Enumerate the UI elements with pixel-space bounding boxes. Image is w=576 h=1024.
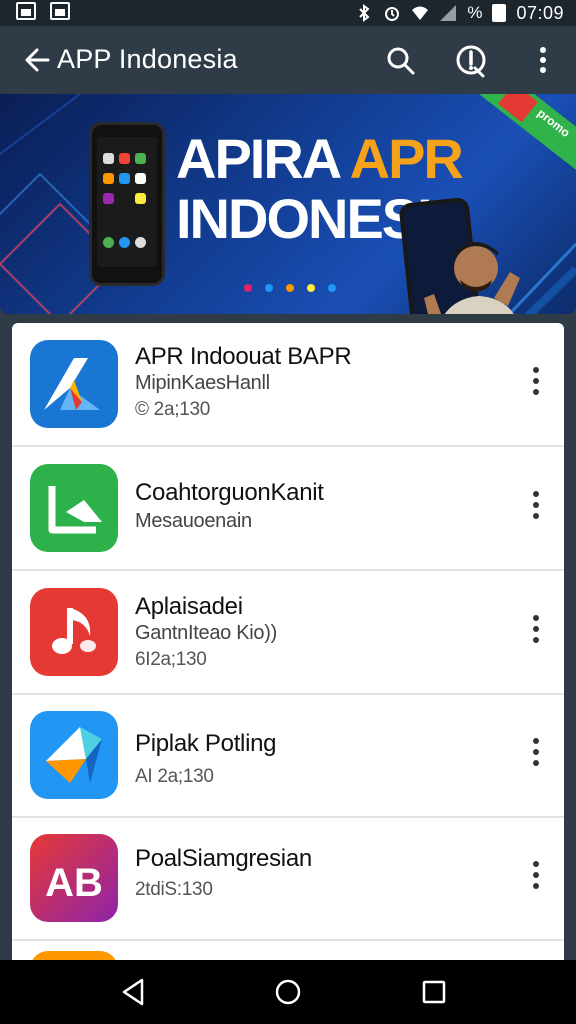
app-bar: APP Indonesia	[0, 26, 576, 94]
system-nav-bar	[0, 960, 576, 1024]
item-more-button[interactable]	[524, 855, 548, 895]
pager-dot[interactable]	[307, 284, 315, 292]
overflow-menu-button[interactable]	[525, 42, 561, 78]
app-meta: © 2a;130	[135, 399, 210, 420]
banner-headline-line1: APIRA APR	[176, 126, 464, 191]
list-item[interactable]: AB PoalSiamgresian 2tdiS:130	[12, 817, 564, 941]
info-icon	[456, 45, 486, 78]
nav-recents-button[interactable]	[418, 976, 450, 1008]
music-note-icon	[30, 588, 118, 676]
svg-text:AB: AB	[45, 861, 103, 905]
alarm-icon	[385, 7, 400, 21]
list-item[interactable]: APR Indoouat BAPR MipinKaesHanll © 2a;13…	[12, 323, 564, 447]
share-logo-icon	[30, 464, 118, 552]
search-icon	[387, 47, 415, 75]
image-icon	[50, 2, 70, 20]
promo-banner[interactable]: APIRA APR INDONESIA promo	[0, 94, 576, 314]
pager-dot[interactable]	[286, 284, 294, 292]
app-title: Piplak Potling	[135, 730, 277, 757]
back-triangle-icon	[122, 978, 144, 1006]
app-title: CoahtorguonKanit	[135, 479, 324, 506]
origami-logo-icon	[30, 711, 118, 799]
app-title: Aplaisadei	[135, 593, 243, 620]
list-item[interactable]: Aplaisadei GantnIteao Kio)) 6I2a;130	[12, 571, 564, 695]
item-more-button[interactable]	[524, 609, 548, 649]
home-circle-icon	[275, 979, 301, 1005]
wifi-icon	[412, 6, 429, 20]
back-arrow-icon[interactable]	[22, 45, 52, 75]
nav-back-button[interactable]	[118, 976, 150, 1008]
nav-home-button[interactable]	[272, 976, 304, 1008]
arrow-logo-icon	[30, 340, 118, 428]
ab-logo-icon: AB	[30, 834, 118, 922]
battery-icon	[492, 4, 507, 22]
item-more-button[interactable]	[524, 485, 548, 525]
pager-dot[interactable]	[265, 284, 273, 292]
more-vert-icon	[540, 47, 546, 73]
notification-icon	[16, 2, 36, 20]
app-meta: 6I2a;130	[135, 649, 207, 670]
info-button[interactable]	[453, 42, 489, 78]
app-title: PoalSiamgresian	[135, 845, 312, 872]
phone-illustration	[89, 122, 165, 286]
bluetooth-icon	[359, 4, 370, 22]
list-item[interactable]: CoahtorguonKanit Mesauoenain	[12, 447, 564, 571]
item-more-button[interactable]	[524, 361, 548, 401]
pager-dot[interactable]	[244, 284, 252, 292]
banner-headline-part1: APIRA	[176, 127, 340, 190]
app-subtitle: Mesauoenain	[135, 510, 252, 532]
app-list: APR Indoouat BAPR MipinKaesHanll © 2a;13…	[12, 323, 564, 963]
person-illustration	[424, 242, 520, 314]
app-subtitle: GantnIteao Kio))	[135, 622, 277, 644]
recents-square-icon	[422, 980, 446, 1004]
list-item[interactable]: Piplak Potling AI 2a;130	[12, 694, 564, 818]
item-more-button[interactable]	[524, 732, 548, 772]
search-button[interactable]	[382, 42, 418, 78]
page-title: APP Indonesia	[57, 44, 238, 74]
signal-icon	[440, 5, 457, 21]
app-subtitle: MipinKaesHanll	[135, 372, 270, 394]
battery-percent-label: %	[467, 3, 483, 22]
app-meta: 2tdiS:130	[135, 879, 213, 900]
status-time: 07:09	[516, 2, 564, 23]
pager-dot[interactable]	[328, 284, 336, 292]
banner-headline-accent: APR	[349, 127, 464, 190]
banner-pager	[244, 284, 336, 292]
app-meta: AI 2a;130	[135, 766, 214, 787]
app-title: APR Indoouat BAPR	[135, 343, 352, 370]
status-bar: % 07:09	[0, 0, 576, 26]
